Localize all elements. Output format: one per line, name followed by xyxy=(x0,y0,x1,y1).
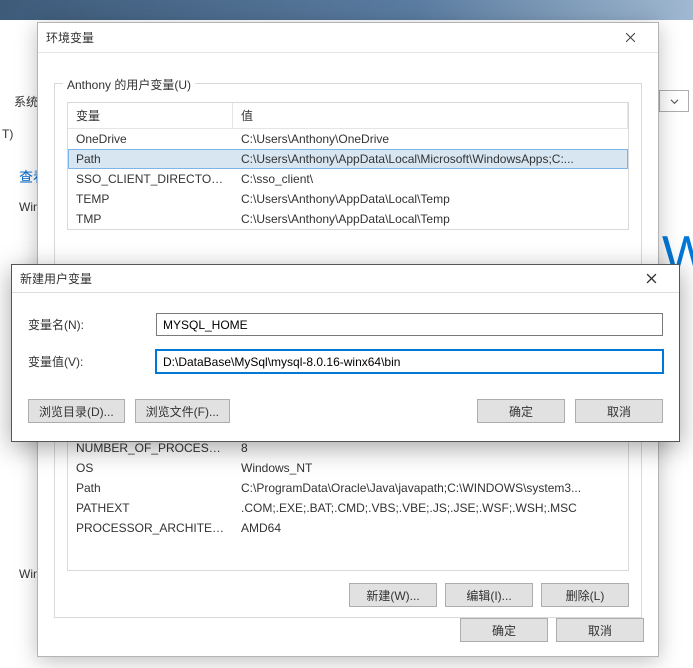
table-row[interactable]: PATHEXT.COM;.EXE;.BAT;.CMD;.VBS;.VBE;.JS… xyxy=(68,498,628,518)
table-row[interactable]: PathC:\ProgramData\Oracle\Java\javapath;… xyxy=(68,478,628,498)
new-sysvar-button[interactable]: 新建(W)... xyxy=(349,583,437,607)
table-row[interactable]: PROCESSOR_ARCHITECT...AMD64 xyxy=(68,518,628,538)
user-vars-legend: Anthony 的用户变量(U) xyxy=(63,76,195,93)
env-okcancel-row: 确定 取消 xyxy=(460,618,644,642)
newvar-close-button[interactable] xyxy=(631,265,671,293)
variable-value-input[interactable] xyxy=(156,350,663,373)
table-row[interactable]: OneDriveC:\Users\Anthony\OneDrive xyxy=(68,129,628,149)
user-vars-table[interactable]: 变量 值 OneDriveC:\Users\Anthony\OneDrive P… xyxy=(67,102,629,230)
bg-text-system: 系统 xyxy=(14,93,38,110)
system-vars-buttons: 新建(W)... 编辑(I)... 删除(L) xyxy=(349,583,629,607)
table-row[interactable]: PathC:\Users\Anthony\AppData\Local\Micro… xyxy=(68,149,628,169)
browse-file-button[interactable]: 浏览文件(F)... xyxy=(135,399,230,423)
bg-dropdown[interactable] xyxy=(659,90,689,112)
user-vars-body: OneDriveC:\Users\Anthony\OneDrive PathC:… xyxy=(68,129,628,229)
table-row[interactable]: TMPC:\Users\Anthony\AppData\Local\Temp xyxy=(68,209,628,229)
col-var[interactable]: 变量 xyxy=(68,103,233,128)
col-val[interactable]: 值 xyxy=(233,103,628,128)
env-titlebar: 环境变量 xyxy=(38,23,658,53)
new-user-variable-dialog: 新建用户变量 变量名(N): 变量值(V): 浏览目录(D)... 浏览文件(F… xyxy=(11,264,680,442)
table-row[interactable]: TEMPC:\Users\Anthony\AppData\Local\Temp xyxy=(68,189,628,209)
newvar-title: 新建用户变量 xyxy=(20,270,631,287)
table-header: 变量 值 xyxy=(68,103,628,129)
close-icon xyxy=(646,273,657,284)
env-ok-button[interactable]: 确定 xyxy=(460,618,548,642)
bg-text-t: T) xyxy=(2,127,13,141)
table-row[interactable]: OSWindows_NT xyxy=(68,458,628,478)
system-vars-table[interactable]: NUMBER_OF_PROCESSORS8 OSWindows_NT PathC… xyxy=(67,438,629,571)
variable-name-input[interactable] xyxy=(156,313,663,336)
env-cancel-button[interactable]: 取消 xyxy=(556,618,644,642)
name-label: 变量名(N): xyxy=(28,316,156,333)
browse-dir-button[interactable]: 浏览目录(D)... xyxy=(28,399,125,423)
env-title: 环境变量 xyxy=(46,29,610,46)
system-vars-body: NUMBER_OF_PROCESSORS8 OSWindows_NT PathC… xyxy=(68,438,628,538)
table-row[interactable]: SSO_CLIENT_DIRECTORYC:\sso_client\ xyxy=(68,169,628,189)
newvar-ok-button[interactable]: 确定 xyxy=(477,399,565,423)
newvar-actions: 浏览目录(D)... 浏览文件(F)... 确定 取消 xyxy=(12,399,679,437)
desktop-top-strip xyxy=(0,0,693,20)
close-icon xyxy=(625,32,636,43)
system-vars-group: NUMBER_OF_PROCESSORS8 OSWindows_NT PathC… xyxy=(54,438,642,618)
delete-sysvar-button[interactable]: 删除(L) xyxy=(541,583,629,607)
value-row: 变量值(V): xyxy=(28,350,663,373)
newvar-titlebar: 新建用户变量 xyxy=(12,265,679,293)
env-close-button[interactable] xyxy=(610,24,650,52)
chevron-down-icon xyxy=(670,97,679,106)
user-vars-group: Anthony 的用户变量(U) 变量 值 OneDriveC:\Users\A… xyxy=(54,83,642,293)
name-row: 变量名(N): xyxy=(28,313,663,336)
newvar-body: 变量名(N): 变量值(V): xyxy=(12,293,679,399)
value-label: 变量值(V): xyxy=(28,353,156,370)
edit-sysvar-button[interactable]: 编辑(I)... xyxy=(445,583,533,607)
newvar-cancel-button[interactable]: 取消 xyxy=(575,399,663,423)
